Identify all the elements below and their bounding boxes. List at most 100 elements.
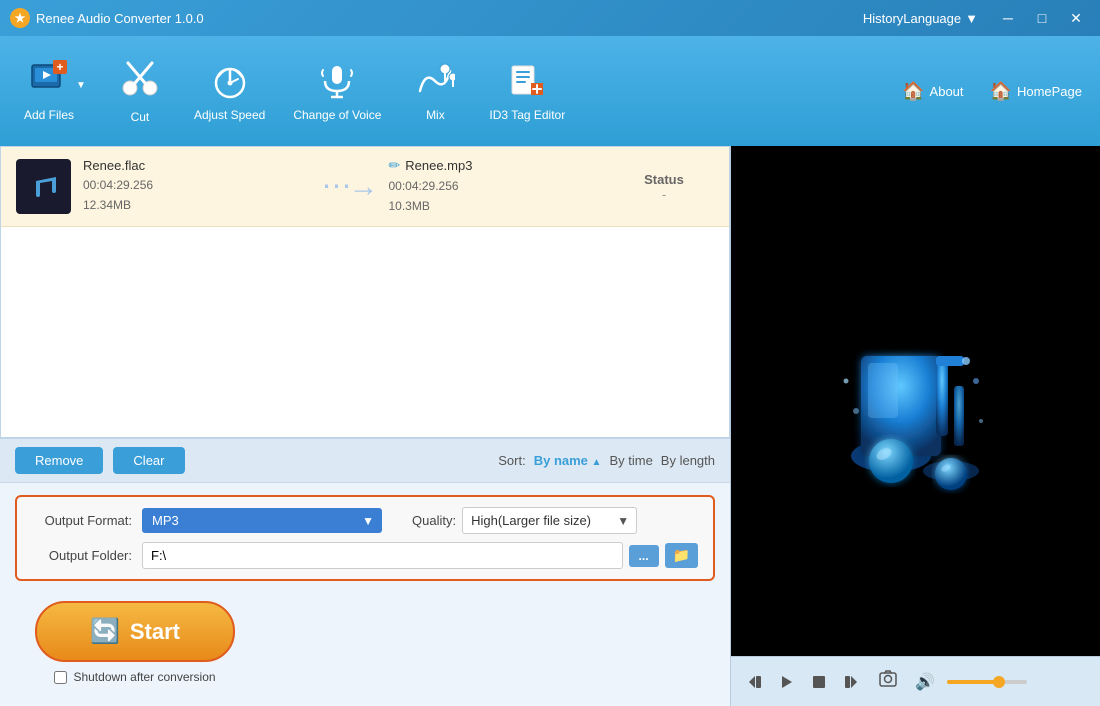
- start-area: 🔄 Start Shutdown after conversion: [15, 591, 255, 694]
- output-info: ✏ Renee.mp3 00:04:29.256 10.3MB: [389, 157, 615, 215]
- add-files-dropdown-icon[interactable]: ▼: [76, 80, 86, 91]
- app-logo: ★: [10, 8, 30, 28]
- language-dropdown-icon: ▼: [965, 11, 978, 26]
- add-files-label: Add Files: [24, 108, 74, 122]
- empty-file-area: [1, 227, 729, 427]
- minimize-button[interactable]: ─: [994, 4, 1022, 32]
- left-pane: Renee.flac 00:04:29.256 12.34MB ⋯→ ✏ Ren…: [0, 146, 730, 706]
- player-controls: 🔊: [731, 656, 1100, 706]
- toolbar: + Add Files ▼ Cut: [0, 36, 1100, 146]
- title-bar: ★ Renee Audio Converter 1.0.0 History La…: [0, 0, 1100, 36]
- status-label: Status: [614, 172, 714, 187]
- output-name-row: ✏ Renee.mp3: [389, 157, 615, 174]
- start-icon: 🔄: [90, 617, 120, 646]
- sort-arrow-icon: ▲: [592, 457, 602, 468]
- file-thumbnail: [16, 159, 71, 214]
- shutdown-checkbox[interactable]: [54, 671, 67, 684]
- status-value: -: [614, 187, 714, 202]
- adjust-speed-icon: [210, 61, 250, 104]
- right-pane: 🔊: [730, 146, 1100, 706]
- edit-icon: ✏: [389, 157, 401, 174]
- sort-by-name[interactable]: By name ▲: [534, 453, 602, 468]
- quality-select-wrap: High(Larger file size) Medium Low ▼: [462, 507, 637, 534]
- toolbar-add-files[interactable]: + Add Files ▼: [10, 52, 100, 130]
- id3-tag-editor-label: ID3 Tag Editor: [489, 108, 565, 122]
- homepage-icon: 🏠: [990, 81, 1012, 102]
- remove-button[interactable]: Remove: [15, 447, 103, 474]
- about-label: About: [930, 84, 964, 99]
- settings-panel: Output Format: MP3 WAV AAC FLAC OGG WMA …: [0, 482, 730, 706]
- open-folder-button[interactable]: 📁: [665, 543, 698, 568]
- settings-box: Output Format: MP3 WAV AAC FLAC OGG WMA …: [15, 495, 715, 581]
- add-files-icon: +: [29, 60, 69, 108]
- output-size: 10.3MB: [389, 197, 615, 216]
- homepage-label: HomePage: [1017, 84, 1082, 99]
- volume-fill: [947, 680, 999, 684]
- about-icon: 🏠: [902, 81, 924, 102]
- input-duration: 00:04:29.256: [83, 176, 309, 195]
- toolbar-adjust-speed[interactable]: Adjust Speed: [180, 53, 279, 130]
- status-area: Status -: [614, 172, 714, 202]
- sort-by-length[interactable]: By length: [661, 453, 715, 468]
- browse-button[interactable]: ...: [629, 545, 659, 567]
- toolbar-id3-tag-editor[interactable]: ID3 Tag Editor: [475, 53, 579, 130]
- bottom-controls: Remove Clear Sort: By name ▲ By time By …: [0, 438, 730, 482]
- app-body: Renee.flac 00:04:29.256 12.34MB ⋯→ ✏ Ren…: [0, 146, 1100, 706]
- clear-button[interactable]: Clear: [113, 447, 184, 474]
- start-button[interactable]: 🔄 Start: [35, 601, 235, 662]
- app-title: Renee Audio Converter 1.0.0: [36, 11, 857, 26]
- play-button[interactable]: [775, 670, 799, 694]
- mix-icon: [415, 61, 455, 104]
- skip-back-button[interactable]: [743, 670, 767, 694]
- output-format-select-wrap: MP3 WAV AAC FLAC OGG WMA M4A ▼: [142, 508, 382, 533]
- volume-slider[interactable]: [947, 680, 1027, 684]
- change-of-voice-label: Change of Voice: [293, 108, 381, 122]
- file-list-container: Renee.flac 00:04:29.256 12.34MB ⋯→ ✏ Ren…: [0, 146, 730, 438]
- language-label: Language: [903, 11, 961, 26]
- music-note-visual: [806, 291, 1026, 511]
- content-area: Renee.flac 00:04:29.256 12.34MB ⋯→ ✏ Ren…: [0, 146, 1100, 706]
- change-of-voice-icon: [317, 61, 357, 104]
- output-folder-input[interactable]: [142, 542, 623, 569]
- output-format-select[interactable]: MP3 WAV AAC FLAC OGG WMA M4A: [142, 508, 382, 533]
- shutdown-check: Shutdown after conversion: [54, 670, 215, 684]
- id3-tag-editor-icon: [507, 61, 547, 104]
- file-info: Renee.flac 00:04:29.256 12.34MB: [83, 158, 309, 214]
- svg-text:+: +: [57, 60, 64, 74]
- volume-thumb[interactable]: [993, 676, 1005, 688]
- history-link[interactable]: History: [863, 11, 903, 26]
- output-duration: 00:04:29.256: [389, 177, 615, 196]
- start-label: Start: [130, 619, 180, 645]
- volume-icon: 🔊: [915, 672, 935, 692]
- output-folder-row: Output Folder: ... 📁: [32, 542, 698, 569]
- toolbar-cut[interactable]: Cut: [100, 50, 180, 132]
- output-filename: Renee.mp3: [405, 158, 472, 173]
- quality-select[interactable]: High(Larger file size) Medium Low: [462, 507, 637, 534]
- homepage-button[interactable]: 🏠 HomePage: [982, 77, 1090, 106]
- mix-label: Mix: [426, 108, 445, 122]
- about-button[interactable]: 🏠 About: [894, 77, 971, 106]
- sort-area: Sort: By name ▲ By time By length: [498, 453, 715, 468]
- sort-label: Sort:: [498, 453, 525, 468]
- toolbar-change-of-voice[interactable]: Change of Voice: [279, 53, 395, 130]
- preview-area: [731, 146, 1100, 656]
- output-format-label: Output Format:: [32, 513, 132, 528]
- cut-label: Cut: [131, 110, 150, 124]
- stop-button[interactable]: [807, 670, 831, 694]
- conversion-arrow: ⋯→: [309, 169, 389, 204]
- output-folder-label: Output Folder:: [32, 548, 132, 563]
- arrow-icon: ⋯→: [322, 169, 376, 204]
- input-filename: Renee.flac: [83, 158, 309, 173]
- skip-forward-button[interactable]: [839, 670, 863, 694]
- adjust-speed-label: Adjust Speed: [194, 108, 265, 122]
- output-format-row: Output Format: MP3 WAV AAC FLAC OGG WMA …: [32, 507, 698, 534]
- language-button[interactable]: Language ▼: [903, 11, 978, 26]
- screenshot-button[interactable]: [875, 666, 901, 697]
- folder-row: ... 📁: [142, 542, 698, 569]
- table-row: Renee.flac 00:04:29.256 12.34MB ⋯→ ✏ Ren…: [1, 147, 729, 227]
- quality-label: Quality:: [412, 513, 456, 528]
- sort-by-time[interactable]: By time: [609, 453, 652, 468]
- maximize-button[interactable]: □: [1028, 4, 1056, 32]
- close-button[interactable]: ✕: [1062, 4, 1090, 32]
- toolbar-mix[interactable]: Mix: [395, 53, 475, 130]
